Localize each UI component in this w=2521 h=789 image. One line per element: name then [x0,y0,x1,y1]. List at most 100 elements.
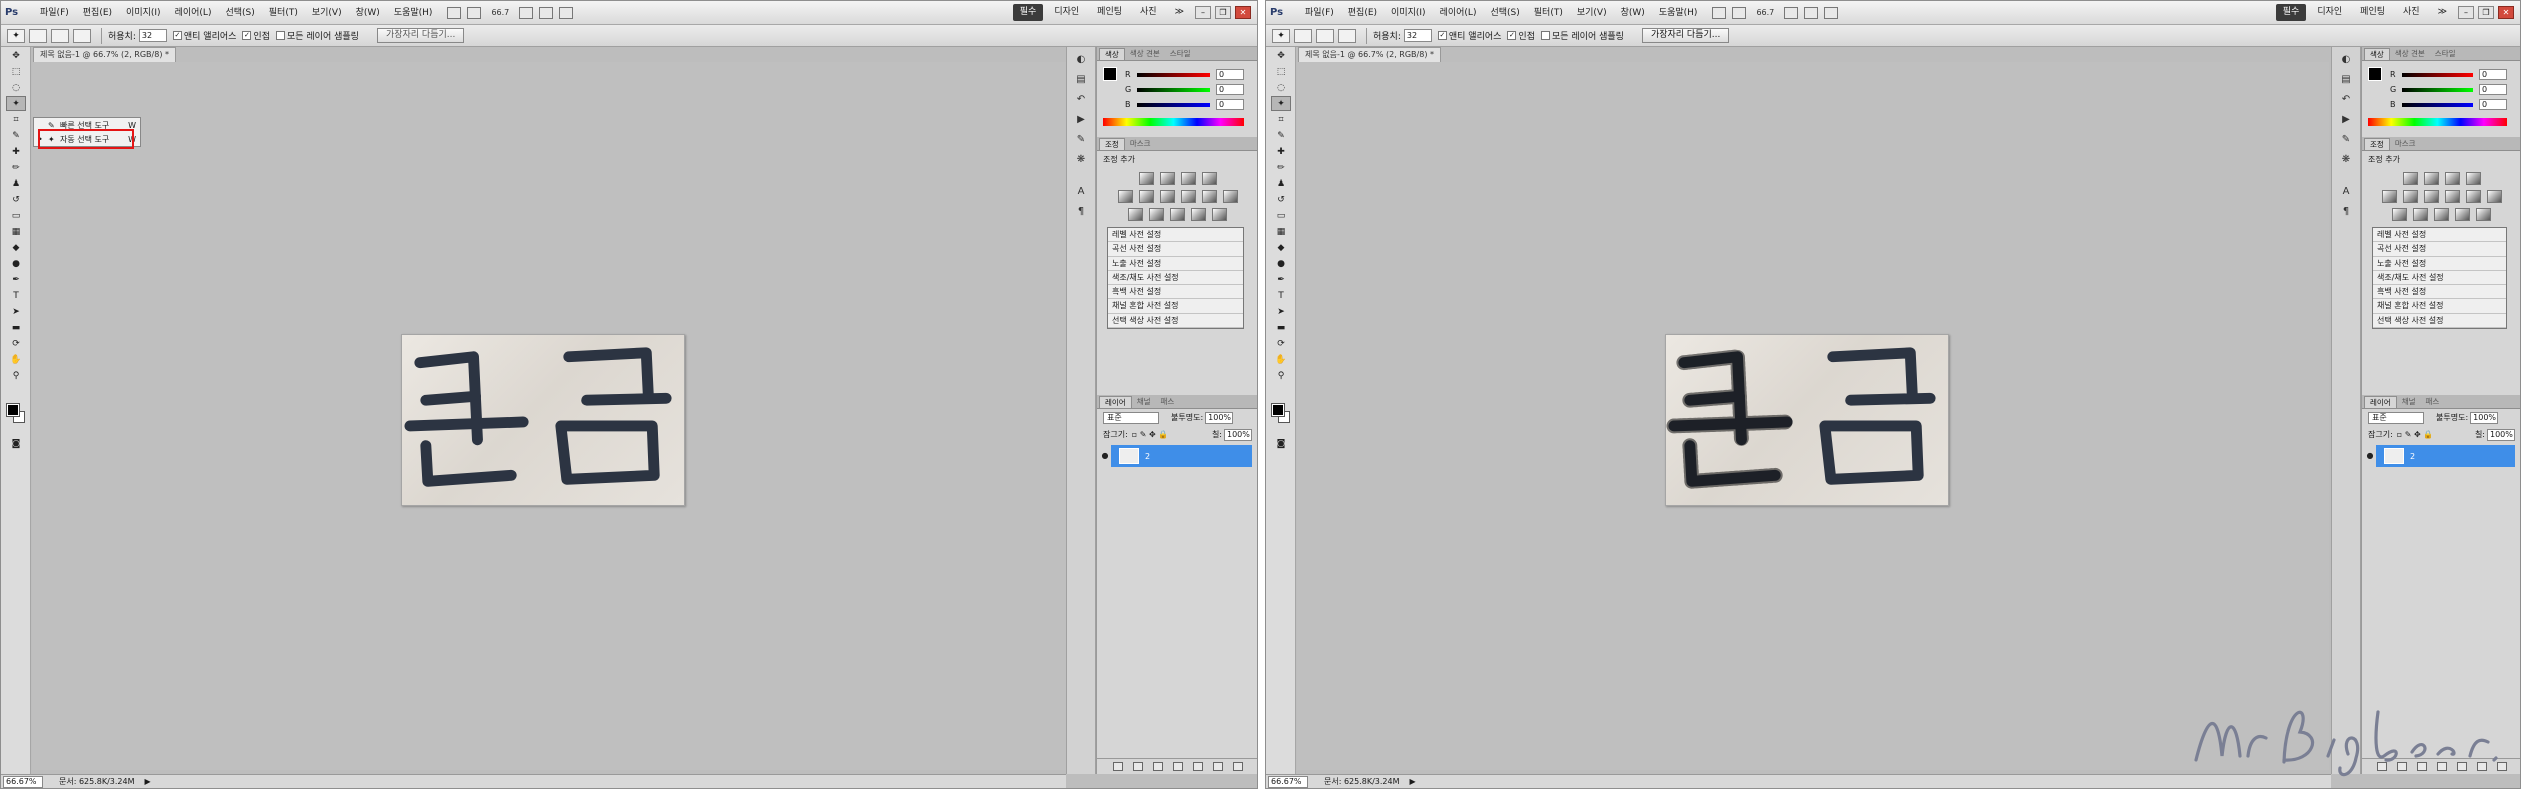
swatches-panel-icon[interactable]: ▤ [1072,71,1090,87]
brushes-panel-icon[interactable]: ❋ [1072,151,1090,167]
preset-channel-mixer[interactable]: 채널 혼합 사전 설정 [1108,299,1243,314]
type-tool-icon[interactable]: T [1271,288,1291,303]
blur-tool-icon[interactable]: ◆ [1271,240,1291,255]
layer-row[interactable]: ● 2 [2364,445,2515,467]
preset-exposure[interactable]: 노출 사전 설정 [2373,257,2506,271]
new-selection-icon[interactable] [1294,28,1312,43]
move-tool-icon[interactable]: ✥ [6,48,26,63]
workspace-photography[interactable]: 사진 [1133,4,1164,21]
opacity-input[interactable]: 100% [1205,411,1234,424]
workspace-painting[interactable]: 페인팅 [2353,4,2392,21]
blue-slider[interactable] [2401,102,2473,107]
path-selection-icon[interactable]: ➤ [6,304,26,319]
tab-masks[interactable]: 마스크 [1125,138,1156,150]
preset-channel-mixer[interactable]: 채널 혼합 사전 설정 [2373,299,2506,314]
brushes-panel-icon[interactable]: ❋ [2337,151,2355,167]
status-menu-arrow[interactable]: ▶ [145,777,151,786]
quick-mask-icon[interactable]: ◙ [1271,436,1291,451]
restore-button[interactable]: ❐ [1215,6,1231,19]
workspace-essentials[interactable]: 필수 [2275,4,2307,21]
new-layer-icon[interactable] [1212,762,1223,771]
tool-presets-icon[interactable]: ✎ [1072,131,1090,147]
threshold-icon[interactable] [1170,208,1185,221]
brush-tool-icon[interactable]: ✏ [1271,160,1291,175]
new-selection-icon[interactable] [29,28,47,43]
menu-window[interactable]: 창(W) [349,1,387,25]
add-mask-icon[interactable] [1152,762,1163,771]
marquee-tool-icon[interactable]: ⬚ [6,64,26,79]
vibrance-icon[interactable] [2381,190,2397,203]
hand-tool-icon[interactable]: ✋ [6,352,26,367]
preset-levels[interactable]: 레벨 사전 설정 [2373,228,2506,243]
screen-mode-icon[interactable] [539,6,554,19]
canvas-area[interactable] [32,62,1066,770]
preset-curves[interactable]: 곡선 사전 설정 [1108,242,1243,257]
clone-stamp-icon[interactable]: ♟ [6,176,26,191]
dodge-tool-icon[interactable]: ● [1271,256,1291,271]
workspace-more[interactable]: ≫ [1168,4,1191,21]
actions-panel-icon[interactable]: ▶ [1072,111,1090,127]
close-button[interactable]: ✕ [1235,6,1251,19]
menu-filter[interactable]: 필터(T) [1527,1,1570,25]
screen-mode-icon[interactable] [1804,6,1819,19]
color-panel-icon[interactable]: ◐ [1072,51,1090,67]
tab-paths[interactable]: 패스 [1156,396,1180,408]
blue-value[interactable]: 0 [1216,99,1244,110]
layer-row[interactable]: ● 2 [1099,445,1252,467]
status-zoom[interactable]: 66.67% [3,775,43,788]
fill-input[interactable]: 100% [2487,428,2515,441]
menu-edit[interactable]: 편집(E) [76,1,119,25]
view-extras-icon[interactable] [467,6,482,19]
magic-wand-icon[interactable]: ✦ [1272,28,1290,43]
menu-layer[interactable]: 레이어(L) [168,1,219,25]
black-white-icon[interactable] [2444,190,2460,203]
gradient-map-icon[interactable] [1191,208,1206,221]
green-slider[interactable] [2402,87,2473,92]
blue-slider[interactable] [1136,102,1210,107]
eye-icon[interactable]: ● [1099,445,1111,467]
healing-brush-icon[interactable]: ✚ [1271,144,1291,159]
exposure-icon[interactable] [1201,172,1217,185]
fg-color-swatch[interactable] [1103,67,1117,81]
status-zoom[interactable]: 66.67% [1268,775,1308,788]
posterize-icon[interactable] [1149,208,1164,221]
menu-layer[interactable]: 레이어(L) [1433,1,1484,25]
actions-panel-icon[interactable]: ▶ [2337,111,2355,127]
brush-tool-icon[interactable]: ✏ [6,160,26,175]
preset-hue-saturation[interactable]: 색조/채도 사전 설정 [1108,271,1243,286]
preset-levels[interactable]: 레벨 사전 설정 [1108,228,1243,243]
tab-paths[interactable]: 패스 [2421,396,2445,408]
selective-color-icon[interactable] [1212,208,1227,221]
antialias-checkbox[interactable]: ✓ 앤티 앨리어스 [1437,29,1501,42]
tab-channels[interactable]: 채널 [1132,396,1156,408]
document-tab[interactable]: 제목 없음-1 @ 66.7% (2, RGB/8) * [1298,47,1441,62]
selective-color-icon[interactable] [2476,208,2491,221]
layer-style-icon[interactable] [1132,762,1143,771]
hand-tool-icon[interactable]: ✋ [1271,352,1291,367]
launch-bridge-icon[interactable] [447,6,462,19]
menu-window[interactable]: 창(W) [1614,1,1652,25]
blur-tool-icon[interactable]: ◆ [6,240,26,255]
menu-help[interactable]: 도움말(H) [1652,1,1705,25]
red-value[interactable]: 0 [2479,69,2507,80]
add-selection-icon[interactable] [1316,28,1334,43]
subtract-selection-icon[interactable] [1338,28,1356,43]
add-selection-icon[interactable] [51,28,69,43]
workspace-design[interactable]: 디자인 [2310,4,2349,21]
hue-saturation-icon[interactable] [2402,190,2418,203]
fill-input[interactable]: 100% [1224,428,1252,441]
workspace-painting[interactable]: 페인팅 [1090,4,1129,21]
green-value[interactable]: 0 [2479,84,2507,95]
tab-styles[interactable]: 스타일 [1165,48,1196,60]
menu-filter[interactable]: 필터(T) [262,1,305,25]
menu-file[interactable]: 파일(F) [33,1,76,25]
channel-mixer-icon[interactable] [2486,190,2502,203]
swatches-panel-icon[interactable]: ▤ [2337,71,2355,87]
healing-brush-icon[interactable]: ✚ [6,144,26,159]
path-selection-icon[interactable]: ➤ [1271,304,1291,319]
tolerance-input[interactable]: 32 [138,29,167,42]
layer-name[interactable]: 2 [1145,452,1150,461]
color-spectrum-bar[interactable] [1103,118,1244,126]
document-tab[interactable]: 제목 없음-1 @ 66.7% (2, RGB/8) * [33,47,176,62]
contiguous-checkbox[interactable]: ✓ 인접 [1507,29,1535,42]
